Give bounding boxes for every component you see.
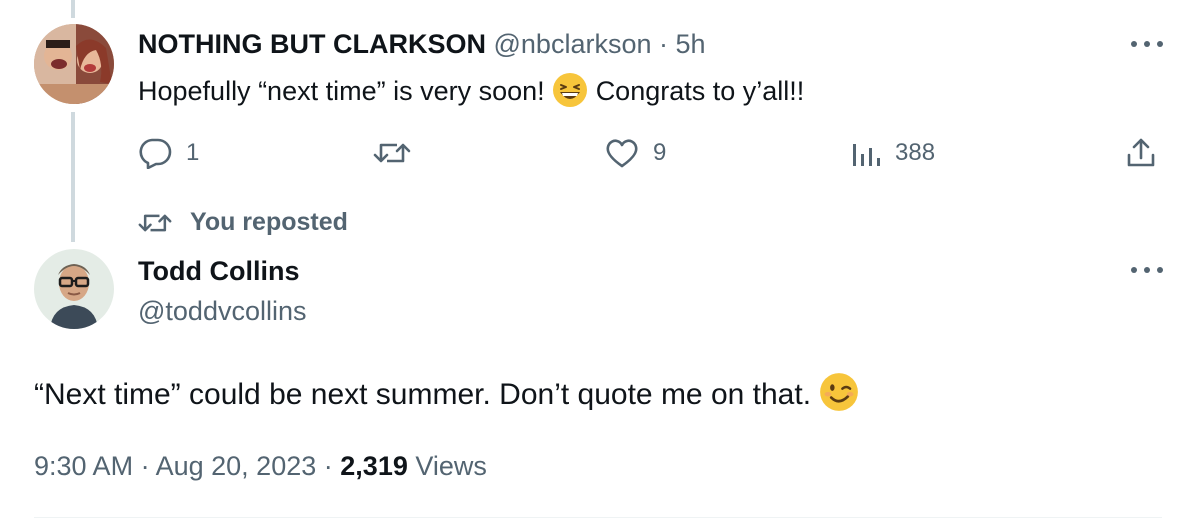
views-label: Views xyxy=(415,451,487,481)
repost-icon xyxy=(373,143,411,163)
repost-indicator[interactable]: You reposted xyxy=(138,208,348,237)
display-name[interactable]: Todd Collins xyxy=(138,256,299,286)
more-icon xyxy=(1131,41,1163,47)
reply-text-part-2: Congrats to y’all!! xyxy=(595,76,805,106)
share-icon xyxy=(1127,138,1155,167)
repost-indicator-icon xyxy=(138,214,172,231)
separator: · xyxy=(140,451,150,481)
divider xyxy=(34,517,1162,518)
winking-face-icon xyxy=(819,372,859,422)
display-name[interactable]: NOTHING BUT CLARKSON xyxy=(138,29,486,59)
tweet-date[interactable]: Aug 20, 2023 xyxy=(156,451,317,481)
like-count: 9 xyxy=(653,139,667,166)
reply-tweet-header: NOTHING BUT CLARKSON @nbclarkson · 5h xyxy=(138,27,706,61)
avatar-image xyxy=(34,24,114,104)
heart-icon xyxy=(606,139,638,168)
more-options-button[interactable] xyxy=(1127,258,1167,282)
repost-action[interactable] xyxy=(373,139,425,167)
avatar-toddvcollins[interactable] xyxy=(34,249,114,329)
tweet-time[interactable]: 9:30 AM xyxy=(34,451,133,481)
separator: · xyxy=(323,451,333,481)
reply-tweet-text: Hopefully “next time” is very soon! Cong… xyxy=(138,72,804,116)
main-tweet-handle-line: @toddvcollins xyxy=(138,294,307,328)
tweet-timestamp: 9:30 AM · Aug 20, 2023 · 2,319 Views xyxy=(34,449,487,483)
reply-icon xyxy=(139,138,172,169)
avatar-nbclarkson[interactable] xyxy=(34,24,114,104)
reply-text-part-1: Hopefully “next time” is very soon! xyxy=(138,76,545,106)
views-count: 2,319 xyxy=(340,451,408,481)
reply-count: 1 xyxy=(186,139,200,166)
separator: · xyxy=(659,29,668,59)
more-options-button[interactable] xyxy=(1127,32,1167,56)
thread-line-top xyxy=(71,0,75,18)
thread-line xyxy=(71,112,75,242)
relative-time[interactable]: 5h xyxy=(676,29,706,59)
views-action[interactable]: 388 xyxy=(851,138,935,168)
grinning-squinting-face-icon xyxy=(552,72,588,116)
main-text: “Next time” could be next summer. Don’t … xyxy=(34,378,812,411)
main-tweet-text: “Next time” could be next summer. Don’t … xyxy=(34,372,859,422)
like-action[interactable]: 9 xyxy=(605,138,666,168)
repost-label-text: You reposted xyxy=(190,208,348,236)
view-count: 388 xyxy=(895,139,936,166)
analytics-icon xyxy=(853,144,880,166)
handle[interactable]: @toddvcollins xyxy=(138,296,307,326)
more-icon xyxy=(1131,267,1163,273)
avatar-image xyxy=(34,249,114,329)
main-tweet-display-name-line: Todd Collins xyxy=(138,254,299,288)
reply-action[interactable]: 1 xyxy=(138,137,199,169)
share-action[interactable] xyxy=(1125,137,1157,169)
handle[interactable]: @nbclarkson xyxy=(494,29,652,59)
